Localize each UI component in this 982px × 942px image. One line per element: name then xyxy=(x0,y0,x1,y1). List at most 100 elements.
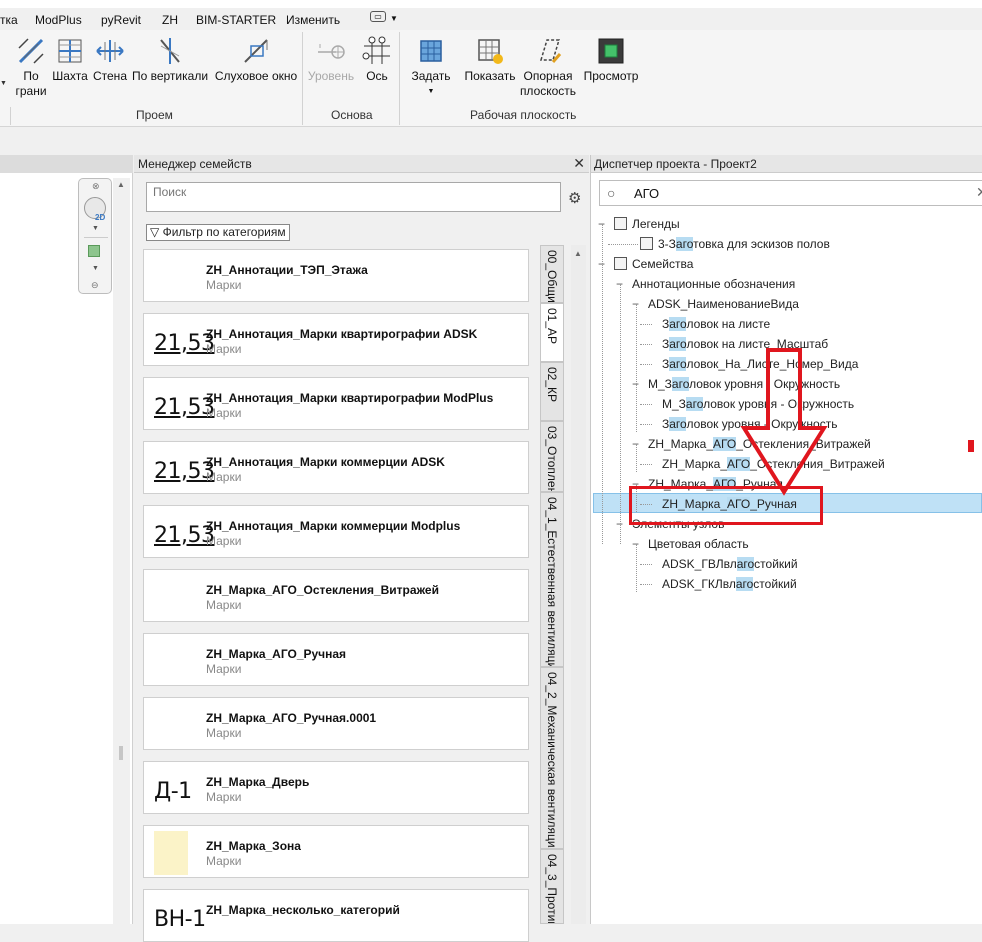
discipline-tab-label: 03_Отопление xyxy=(545,426,559,492)
viewer-button[interactable]: Просмотр xyxy=(582,36,640,84)
project-browser-titlebar: Диспетчер проекта - Проект2 xyxy=(590,155,982,173)
discipline-tab-label: 04_3_Противо xyxy=(545,854,559,924)
project-browser-title: Диспетчер проекта - Проект2 xyxy=(594,157,757,171)
wall-label: Стена xyxy=(92,69,127,83)
level-button[interactable]: Уровень xyxy=(306,36,356,84)
vertical-scrollbar[interactable]: ▲ xyxy=(113,178,130,924)
tree-guide-line xyxy=(636,304,637,388)
family-card[interactable]: 21,53 ZH_Аннотация_Марки квартирографии A… xyxy=(143,313,529,366)
family-thumbnail: 21,53 xyxy=(148,512,215,552)
view-tab-strip xyxy=(0,155,133,173)
scroll-thumb[interactable] xyxy=(119,746,123,760)
discipline-tab[interactable]: 04_3_Противо xyxy=(540,849,564,924)
grid-icon xyxy=(362,36,390,64)
panel-separator xyxy=(399,32,400,125)
set-workplane-button[interactable]: Задать ▼ xyxy=(410,36,452,99)
show-workplane-button[interactable]: Показать xyxy=(463,36,517,84)
search-match-highlight: аго xyxy=(669,317,687,331)
family-manager-titlebar: Менеджер семейств ✕ xyxy=(134,155,589,173)
chevron-down-icon[interactable]: ▼ xyxy=(92,265,99,272)
scroll-up-icon[interactable]: ▲ xyxy=(117,180,125,189)
discipline-tab-label: 00_Общие xyxy=(545,250,559,303)
family-name: ZH_Марка_Дверь xyxy=(206,775,310,789)
chevron-down-icon[interactable]: ▼ xyxy=(390,14,398,23)
tree-item-label: ADSK_НаименованиеВида xyxy=(648,295,799,313)
view-icon xyxy=(640,237,653,250)
dormer-opening-button[interactable]: Слуховое окно xyxy=(213,36,299,84)
options-icon[interactable]: ⊖ xyxy=(91,280,99,291)
tree-label-prefix: ADSK_НаименованиеВида xyxy=(648,297,799,311)
search-match-highlight: аго xyxy=(671,377,690,391)
family-card[interactable]: 21,53 ZH_Аннотация_Марки квартирографии M… xyxy=(143,377,529,430)
tree-guide-line xyxy=(636,444,637,472)
project-search-input[interactable]: АГО xyxy=(634,186,659,201)
vertical-scrollbar[interactable]: ▲ xyxy=(571,245,586,924)
family-card[interactable]: ZH_Марка_АГО_Ручная Марки xyxy=(143,633,529,686)
gear-icon[interactable]: ⚙ xyxy=(568,189,581,207)
tab-zh[interactable]: ZH xyxy=(162,13,178,27)
family-card[interactable]: 21,53 ZH_Аннотация_Марки коммерции Modplu… xyxy=(143,505,529,558)
ref-plane-label: Опорная плоскость xyxy=(519,69,577,98)
wall-opening-button[interactable]: Стена xyxy=(92,36,128,84)
tree-item-label: Семейства xyxy=(632,255,693,273)
close-small-icon[interactable]: ⊗ xyxy=(92,181,100,192)
tree-guide-line xyxy=(620,284,621,544)
family-card[interactable]: ZH_Марка_АГО_Ручная.0001 Марки xyxy=(143,697,529,750)
family-category: Марки xyxy=(206,406,242,420)
clear-icon[interactable]: ✕ xyxy=(976,184,982,201)
family-search-input[interactable] xyxy=(147,183,560,211)
discipline-tab[interactable]: 04_2_Механическая вентиляция xyxy=(540,667,564,849)
discipline-tab[interactable]: 00_Общие xyxy=(540,245,564,303)
scroll-up-icon[interactable]: ▲ xyxy=(574,249,582,258)
level-label: Уровень xyxy=(307,69,355,83)
family-card[interactable]: ZH_Марка_Зона Марки xyxy=(143,825,529,878)
discipline-tab[interactable]: 04_1_Естественная вентиляция xyxy=(540,492,564,667)
chevron-down-icon[interactable]: ▼ xyxy=(92,225,99,232)
close-icon[interactable]: ✕ xyxy=(573,155,585,172)
annotation-arrow xyxy=(740,348,828,496)
shaft-opening-button[interactable]: Шахта xyxy=(51,36,89,84)
zoom-icon[interactable] xyxy=(88,245,100,257)
family-name: ZH_Аннотация_Марки квартирографии ADSK xyxy=(206,327,478,341)
grid-button[interactable]: Ось xyxy=(360,36,394,84)
family-card[interactable]: ВН-1 ZH_Марка_несколько_категорий xyxy=(143,889,529,942)
family-card[interactable]: 21,53 ZH_Аннотация_Марки коммерции ADSK Ма… xyxy=(143,441,529,494)
opening-by-face-button[interactable]: По грани xyxy=(14,36,48,99)
family-category: Марки xyxy=(206,470,242,484)
level-icon xyxy=(318,44,345,59)
show-label: Показать xyxy=(464,69,516,83)
shaft-icon xyxy=(58,39,82,63)
wall-opening-icon xyxy=(96,40,124,62)
family-name: ZH_Аннотации_ТЭП_Этажа xyxy=(206,263,368,277)
family-card[interactable]: Д-1 ZH_Марка_Дверь Марки xyxy=(143,761,529,814)
discipline-tab[interactable]: 01_АР xyxy=(540,303,564,362)
set-dropdown-icon[interactable]: ▼ xyxy=(410,84,452,99)
tree-connector xyxy=(640,464,652,465)
tab-partial[interactable]: тка xyxy=(0,13,18,27)
family-name: ZH_Аннотация_Марки коммерции Modplus xyxy=(206,519,461,533)
project-search-box[interactable]: ○ АГО ✕ xyxy=(599,180,982,206)
ribbon-toggle-icon[interactable]: ▭ xyxy=(370,11,386,22)
discipline-tab[interactable]: 02_КР xyxy=(540,362,564,421)
category-filter-button[interactable]: ▽ Фильтр по категориям xyxy=(146,224,290,241)
search-match-highlight: АГО xyxy=(713,437,737,451)
family-card[interactable]: ZH_Аннотации_ТЭП_Этажа Марки xyxy=(143,249,529,302)
ref-plane-button[interactable]: Опорная плоскость xyxy=(518,36,578,99)
annotation-mark xyxy=(968,440,974,452)
family-thumbnail-text: Д-1 xyxy=(154,779,192,804)
discipline-tab-label: 04_1_Естественная вентиляция xyxy=(545,497,559,667)
family-card[interactable]: ZH_Марка_АГО_Остекления_Витражей Марки xyxy=(143,569,529,622)
tab-modplus[interactable]: ModPlus xyxy=(35,13,82,27)
family-search-box[interactable] xyxy=(146,182,561,212)
tab-pyrevit[interactable]: pyRevit xyxy=(101,13,141,27)
ref-plane-icon xyxy=(539,39,562,63)
discipline-tabs: 00_Общие 01_АР 02_КР 03_Отопление 04_1_Естес… xyxy=(540,245,564,924)
tab-bim-starter[interactable]: BIM-STARTER xyxy=(196,13,276,27)
vertical-opening-button[interactable]: По вертикали xyxy=(131,36,209,84)
dropdown-arrow-icon[interactable]: ▼ xyxy=(0,80,7,87)
tree-label-prefix: 3-З xyxy=(658,237,676,251)
shaft-label: Шахта xyxy=(52,69,88,83)
discipline-tab[interactable]: 03_Отопление xyxy=(540,421,564,492)
tab-modify[interactable]: Изменить xyxy=(286,13,340,27)
divider xyxy=(84,237,108,238)
